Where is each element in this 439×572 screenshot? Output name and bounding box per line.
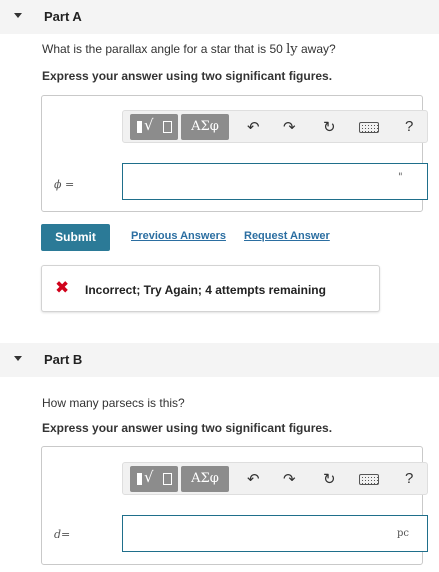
help-button[interactable]: ?: [405, 470, 413, 488]
math-toolbar: √ ΑΣφ ↶ ↷ ↻ ?: [122, 462, 428, 495]
variable-label: d=: [54, 528, 70, 541]
answer-input[interactable]: [122, 163, 428, 200]
part-b-instruction: Express your answer using two significan…: [42, 421, 333, 435]
part-b-title: Part B: [44, 352, 83, 367]
question-text-prefix: What is the parallax angle for a star th…: [42, 42, 287, 56]
unit-label: ": [398, 172, 403, 183]
template-block-icon: [137, 121, 142, 133]
templates-button[interactable]: √: [130, 114, 178, 140]
feedback-box: ✖ Incorrect; Try Again; 4 attempts remai…: [41, 265, 380, 312]
equals-sign: =: [65, 178, 75, 191]
part-b-answer-box: √ ΑΣφ ↶ ↷ ↻ ? d= pc: [41, 446, 428, 565]
help-button[interactable]: ?: [405, 118, 413, 136]
undo-icon[interactable]: ↶: [247, 118, 260, 136]
variable-symbol: d: [54, 528, 62, 541]
greek-symbols-button[interactable]: ΑΣφ: [181, 466, 229, 492]
part-a-header[interactable]: Part A: [0, 0, 439, 34]
keyboard-icon[interactable]: [359, 122, 379, 133]
question-text-suffix: away?: [297, 42, 336, 56]
keyboard-icon[interactable]: [359, 474, 379, 485]
math-toolbar: √ ΑΣφ ↶ ↷ ↻ ?: [122, 110, 428, 143]
equals-sign: =: [61, 528, 71, 541]
variable-symbol: ϕ: [54, 178, 62, 191]
previous-answers-link[interactable]: Previous Answers: [131, 230, 226, 242]
sqrt-icon: √: [144, 116, 154, 134]
request-answer-link[interactable]: Request Answer: [244, 230, 330, 242]
variable-label: ϕ =: [54, 178, 74, 191]
sqrt-icon: √: [144, 468, 154, 486]
templates-button[interactable]: √: [130, 466, 178, 492]
incorrect-x-icon: ✖: [55, 278, 70, 298]
part-a-question: What is the parallax angle for a star th…: [42, 42, 336, 57]
part-b-header[interactable]: Part B: [0, 343, 439, 377]
collapse-triangle-icon[interactable]: [14, 13, 22, 18]
template-box-icon: [163, 473, 172, 485]
collapse-triangle-icon[interactable]: [14, 356, 22, 361]
submit-button[interactable]: Submit: [41, 224, 110, 251]
question-unit: ly: [286, 42, 298, 57]
greek-symbols-button[interactable]: ΑΣφ: [181, 114, 229, 140]
part-a-instruction: Express your answer using two significan…: [42, 69, 333, 83]
unit-label: pc: [397, 528, 410, 539]
reset-icon[interactable]: ↻: [323, 470, 336, 488]
template-block-icon: [137, 473, 142, 485]
answer-input[interactable]: [122, 515, 428, 552]
undo-icon[interactable]: ↶: [247, 470, 260, 488]
template-box-icon: [163, 121, 172, 133]
feedback-message: Incorrect; Try Again; 4 attempts remaini…: [85, 283, 326, 297]
part-b-question: How many parsecs is this?: [42, 396, 185, 410]
redo-icon[interactable]: ↷: [283, 470, 296, 488]
reset-icon[interactable]: ↻: [323, 118, 336, 136]
part-a-answer-box: √ ΑΣφ ↶ ↷ ↻ ? ϕ = ": [41, 95, 428, 212]
redo-icon[interactable]: ↷: [283, 118, 296, 136]
part-a-title: Part A: [44, 9, 82, 24]
